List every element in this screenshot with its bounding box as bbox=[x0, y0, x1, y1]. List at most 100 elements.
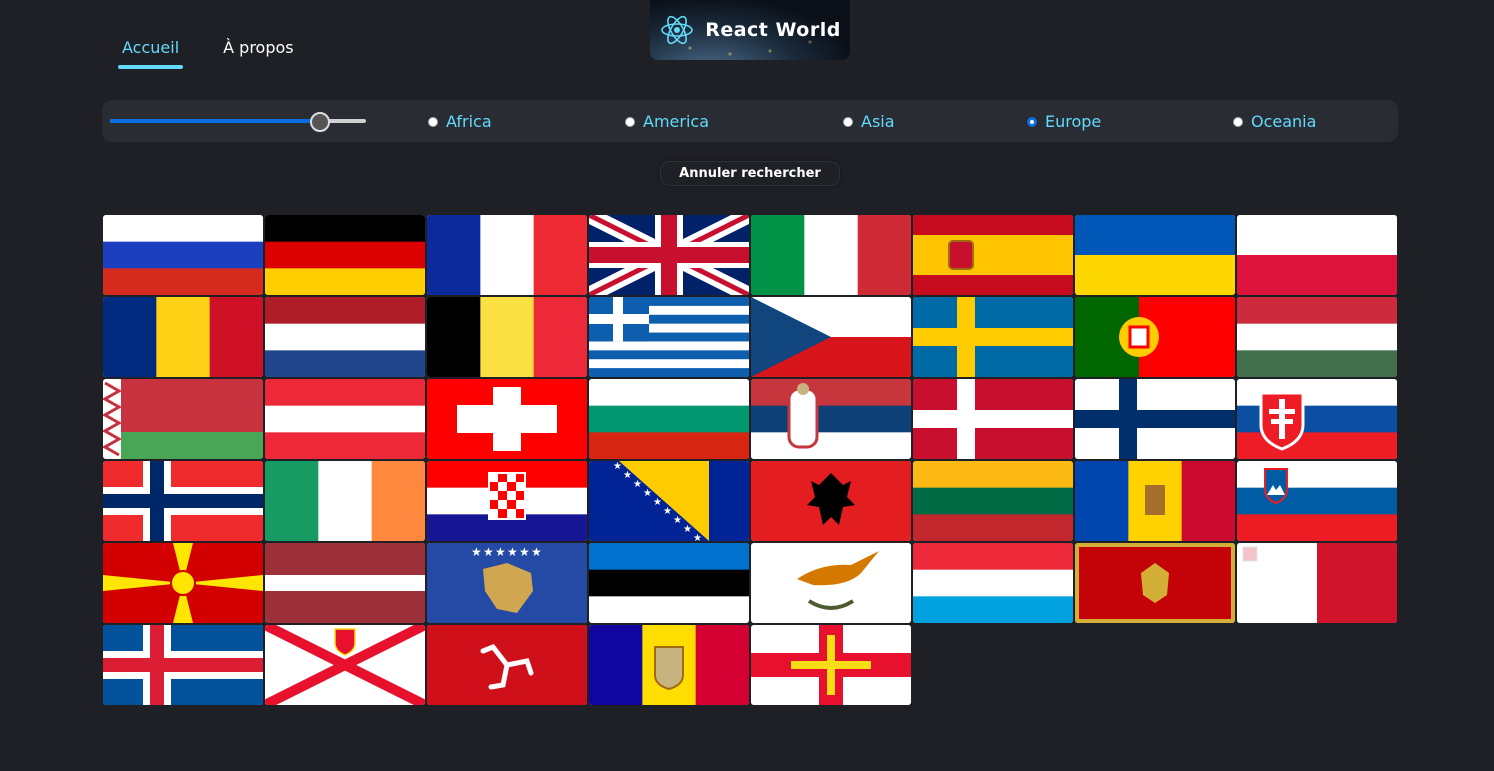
flag-card-cyprus[interactable] bbox=[751, 543, 911, 623]
svg-text:★: ★ bbox=[633, 479, 642, 490]
flag-card-montenegro[interactable] bbox=[1075, 543, 1235, 623]
radio-label: Europe bbox=[1045, 112, 1102, 131]
flag-image bbox=[1075, 543, 1235, 623]
flag-image bbox=[427, 625, 587, 705]
flag-card-kosovo[interactable]: ★ ★ ★ ★ ★ ★ bbox=[427, 543, 587, 623]
radio-dot[interactable] bbox=[1027, 116, 1037, 127]
flag-image bbox=[1237, 215, 1397, 295]
flag-card-ukraine[interactable] bbox=[1075, 215, 1235, 295]
flag-image bbox=[1237, 543, 1397, 623]
flag-card-malta[interactable] bbox=[1237, 543, 1397, 623]
radio-dot[interactable] bbox=[428, 116, 438, 127]
svg-text:★: ★ bbox=[653, 497, 662, 508]
flag-image bbox=[265, 297, 425, 377]
radio-label: Africa bbox=[446, 112, 492, 131]
flag-card-norway[interactable] bbox=[103, 461, 263, 541]
flag-image bbox=[265, 379, 425, 459]
slider-fill bbox=[110, 119, 320, 123]
flag-card-portugal[interactable] bbox=[1075, 297, 1235, 377]
flag-image bbox=[103, 215, 263, 295]
flag-card-netherlands[interactable] bbox=[265, 297, 425, 377]
radio-europe[interactable]: Europe bbox=[1027, 112, 1101, 131]
flag-image bbox=[751, 379, 911, 459]
flag-card-bosnia-and-herzegovina[interactable]: ★ ★ ★ ★ ★ ★ ★ ★ ★ bbox=[589, 461, 749, 541]
radio-dot[interactable] bbox=[843, 116, 853, 127]
flag-card-belarus[interactable] bbox=[103, 379, 263, 459]
cancel-search-button[interactable]: Annuler rechercher bbox=[660, 161, 840, 186]
nav-link-accueil[interactable]: Accueil bbox=[118, 28, 184, 69]
flag-card-denmark[interactable] bbox=[913, 379, 1073, 459]
flag-image bbox=[751, 543, 911, 623]
flag-image bbox=[913, 297, 1073, 377]
flag-card-russia[interactable] bbox=[103, 215, 263, 295]
flag-card-switzerland[interactable] bbox=[427, 379, 587, 459]
flag-card-poland[interactable] bbox=[1237, 215, 1397, 295]
flag-card-italy[interactable] bbox=[751, 215, 911, 295]
flag-card-latvia[interactable] bbox=[265, 543, 425, 623]
flag-image bbox=[265, 543, 425, 623]
flag-image bbox=[265, 625, 425, 705]
flag-image bbox=[1075, 379, 1235, 459]
nav-link-a-propos[interactable]: À propos bbox=[219, 28, 297, 69]
flag-card-sweden[interactable] bbox=[913, 297, 1073, 377]
flag-card-bulgaria[interactable] bbox=[589, 379, 749, 459]
flag-card-serbia[interactable] bbox=[751, 379, 911, 459]
flag-card-united-kingdom[interactable] bbox=[589, 215, 749, 295]
flag-image: ★★★★★★★★★ bbox=[589, 461, 749, 541]
flag-card-greece[interactable] bbox=[589, 297, 749, 377]
flag-card-austria[interactable] bbox=[265, 379, 425, 459]
flag-card-spain[interactable] bbox=[913, 215, 1073, 295]
react-atom-icon bbox=[661, 15, 693, 45]
flag-image bbox=[751, 215, 911, 295]
flag-card-belgium[interactable] bbox=[427, 297, 587, 377]
svg-text:★: ★ bbox=[471, 545, 482, 559]
flag-card-france[interactable] bbox=[427, 215, 587, 295]
flag-card-croatia[interactable] bbox=[427, 461, 587, 541]
flag-card-ireland[interactable] bbox=[265, 461, 425, 541]
flag-image bbox=[1237, 379, 1397, 459]
radio-africa[interactable]: Africa bbox=[428, 112, 492, 131]
flag-card-andorra[interactable] bbox=[589, 625, 749, 705]
radio-dot[interactable] bbox=[1233, 116, 1243, 127]
flag-card-luxembourg[interactable] bbox=[913, 543, 1073, 623]
flag-image bbox=[589, 215, 749, 295]
flag-image bbox=[589, 297, 749, 377]
radio-america[interactable]: America bbox=[625, 112, 709, 131]
flag-card-north-macedonia[interactable] bbox=[103, 543, 263, 623]
flag-image bbox=[1237, 297, 1397, 377]
flag-card-hungary[interactable] bbox=[1237, 297, 1397, 377]
flag-card-slovakia[interactable] bbox=[1237, 379, 1397, 459]
radio-oceania[interactable]: Oceania bbox=[1233, 112, 1316, 131]
flag-card-iceland[interactable] bbox=[103, 625, 263, 705]
slider-thumb[interactable] bbox=[309, 112, 330, 132]
flag-card-germany[interactable] bbox=[265, 215, 425, 295]
flag-card-czechia[interactable] bbox=[751, 297, 911, 377]
flag-card-isle-of-man[interactable] bbox=[427, 625, 587, 705]
flag-card-estonia[interactable] bbox=[589, 543, 749, 623]
flag-image bbox=[913, 543, 1073, 623]
flag-grid: ★ ★ ★ ★ ★ ★ ★ ★ ★ ★ ★ ★ ★ ★ ★ bbox=[103, 215, 1399, 705]
radio-asia[interactable]: Asia bbox=[843, 112, 895, 131]
flag-image bbox=[913, 461, 1073, 541]
radio-dot[interactable] bbox=[625, 116, 635, 127]
svg-text:★: ★ bbox=[613, 461, 622, 472]
svg-text:★: ★ bbox=[693, 533, 702, 541]
svg-text:★: ★ bbox=[623, 470, 632, 481]
svg-text:★: ★ bbox=[483, 545, 494, 559]
flag-image bbox=[103, 543, 263, 623]
flag-card-guernsey[interactable] bbox=[751, 625, 911, 705]
flag-card-lithuania[interactable] bbox=[913, 461, 1073, 541]
svg-text:★: ★ bbox=[683, 524, 692, 535]
flag-image: ★ ★ ★ ★ ★ ★ bbox=[427, 543, 587, 623]
flag-image bbox=[913, 215, 1073, 295]
count-slider[interactable] bbox=[110, 112, 366, 132]
flag-card-romania[interactable] bbox=[103, 297, 263, 377]
flag-card-jersey[interactable] bbox=[265, 625, 425, 705]
flag-card-slovenia[interactable] bbox=[1237, 461, 1397, 541]
flag-image bbox=[751, 297, 911, 377]
flag-card-finland[interactable] bbox=[1075, 379, 1235, 459]
filter-bar: Africa America Asia Europe Oceania bbox=[102, 100, 1398, 142]
flag-image bbox=[589, 625, 749, 705]
flag-card-moldova[interactable] bbox=[1075, 461, 1235, 541]
flag-card-albania[interactable] bbox=[751, 461, 911, 541]
